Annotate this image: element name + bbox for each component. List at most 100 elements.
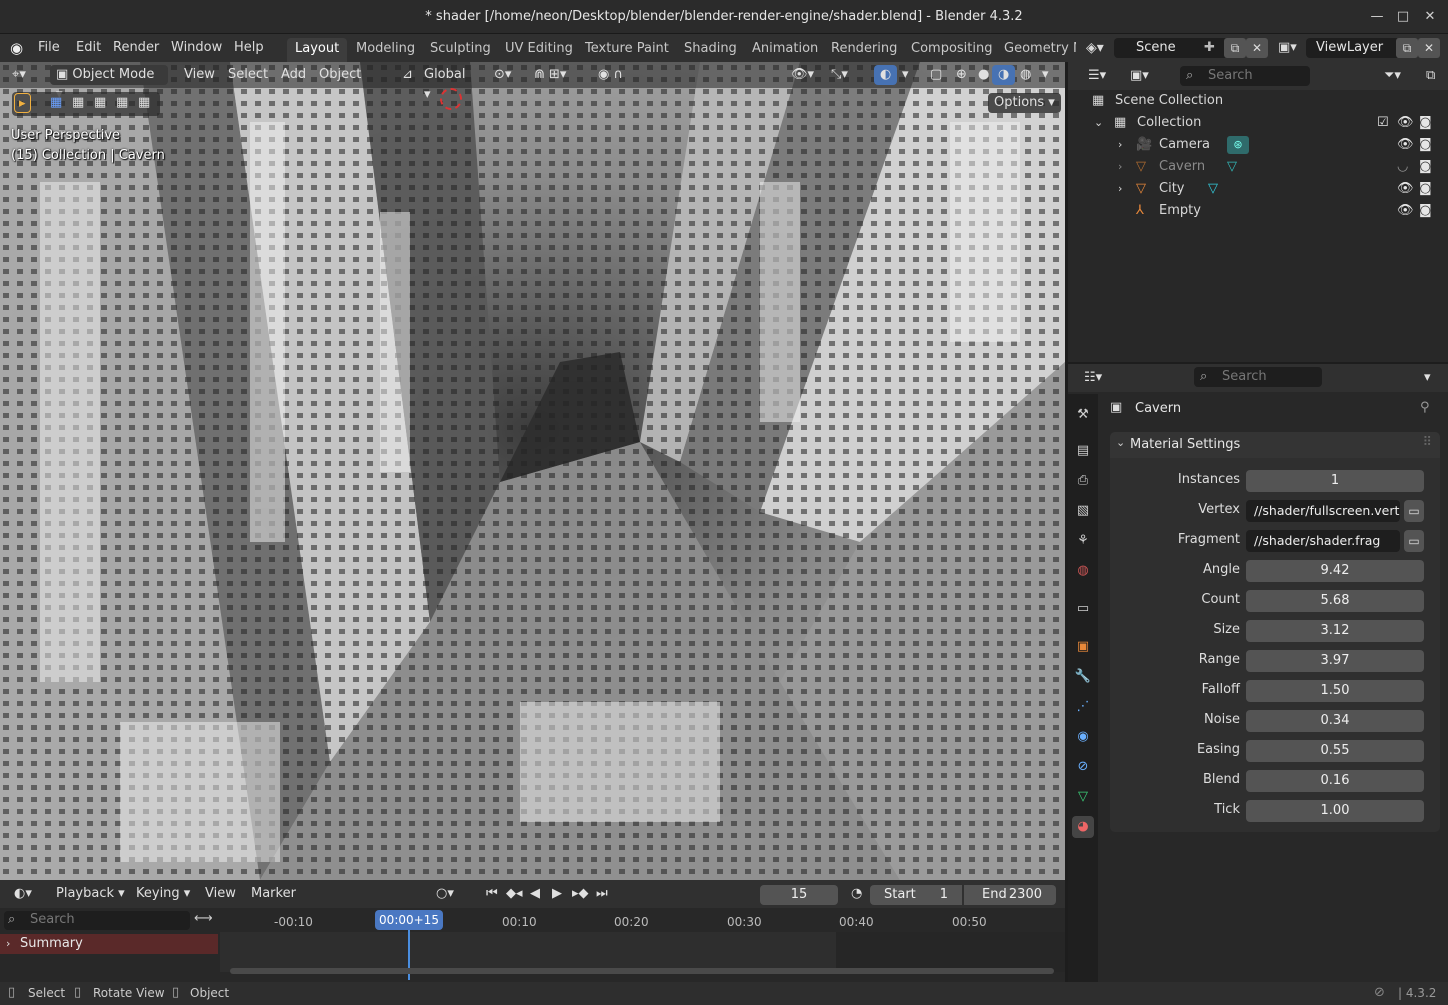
overlays-dropdown-icon[interactable]: ▾ [896,65,915,85]
folder-icon[interactable]: ▭ [1404,500,1424,522]
eye-icon[interactable]: 👁 [1397,134,1414,156]
tab-uv-editing[interactable]: UV Editing [497,38,581,62]
start-frame-field[interactable]: Start 1 [870,885,962,905]
size-input[interactable]: 3.12 [1246,620,1424,642]
tab-shading[interactable]: Shading [676,38,745,62]
outliner-scene-collection[interactable]: ▦ Scene Collection [1068,90,1448,112]
eye-icon[interactable]: 👁 [1397,112,1414,134]
delete-scene-icon[interactable]: ✕ [1246,38,1268,58]
timeline-menu-view[interactable]: View [199,884,242,904]
pin-icon[interactable]: ✚ [1204,38,1215,58]
properties-search-input[interactable]: ⌕ Search [1194,367,1322,387]
minimize-icon[interactable]: — [1366,6,1388,28]
material-shading-icon[interactable]: ◑ [992,65,1016,85]
timeline-scrollbar[interactable] [230,968,1054,974]
menu-edit[interactable]: Edit [76,38,101,58]
mode-selector[interactable]: ▣ Object Mode ▾ [50,65,168,102]
select-intersect-icon[interactable]: ▦ [132,93,156,113]
select-extend-icon[interactable]: ▦ [66,93,90,113]
data-tab-icon[interactable]: ▽ [1072,786,1094,808]
count-input[interactable]: 5.68 [1246,590,1424,612]
blender-logo-icon[interactable]: ◉ [10,38,23,58]
viewport-menu-view[interactable]: View [178,65,221,85]
menu-render[interactable]: Render [113,38,159,58]
select-new-icon[interactable]: ▦ [44,93,68,113]
timeline-editor[interactable]: ◐▾ Playback ▾ Keying ▾ View Marker ○▾ ⏮ … [0,880,1065,982]
delete-view-layer-icon[interactable]: ✕ [1418,38,1440,58]
tab-texture-paint[interactable]: Texture Paint [577,38,677,62]
swap-icon[interactable]: ⟷ [194,911,213,926]
eye-icon[interactable]: 👁 [1397,200,1414,222]
playhead-label[interactable]: 00:00+15 [375,910,443,930]
blend-input[interactable]: 0.16 [1246,770,1424,792]
tab-animation[interactable]: Animation [744,38,826,62]
tab-rendering[interactable]: Rendering [823,38,905,62]
select-tool-icon[interactable]: ▸ [14,93,31,113]
editor-type-icon[interactable]: ⌖▾ [6,65,32,85]
camera-render-icon[interactable]: ◙ [1419,112,1432,134]
new-view-layer-icon[interactable]: ⧉ [1396,38,1418,58]
pin-icon[interactable]: ⚲ [1420,400,1430,415]
eye-closed-icon[interactable]: ◡ [1397,156,1408,178]
outliner-item-cavern[interactable]: › ▽ Cavern ▽ ◡ ◙ [1068,156,1448,178]
close-window-icon[interactable]: ✕ [1419,6,1441,28]
overlays-icon[interactable]: ◐ [874,65,898,85]
current-frame-field[interactable]: 15 [760,885,838,905]
drag-handle-icon[interactable]: ⠿ [1422,435,1432,450]
panel-header[interactable]: ⌄ Material Settings ⠿ [1110,432,1440,458]
fragment-path-input[interactable]: //shader/shader.frag [1246,530,1400,552]
tab-geometry-nodes[interactable]: Geometry N [996,38,1076,62]
timeline-menu-playback[interactable]: Playback ▾ [50,884,131,904]
auto-keying-icon[interactable]: ○▾ [430,884,460,904]
proportional-edit-icon[interactable]: ◉ ∩ [592,65,629,85]
wireframe-shading-icon[interactable]: ⊕ [950,65,973,85]
particles-tab-icon[interactable]: ⋰ [1072,696,1094,718]
jump-end-icon[interactable]: ⏭ [590,884,614,904]
camera-render-icon[interactable]: ◙ [1419,156,1432,178]
outliner-search-input[interactable]: ⌕ Search [1180,66,1310,86]
physics-tab-icon[interactable]: ◉ [1072,726,1094,748]
menu-file[interactable]: File [38,38,60,58]
maximize-icon[interactable]: □ [1392,6,1414,28]
range-input[interactable]: 3.97 [1246,650,1424,672]
outliner-item-empty[interactable]: ⅄ Empty 👁 ◙ [1068,200,1448,222]
instances-input[interactable]: 1 [1246,470,1424,492]
output-tab-icon[interactable]: ⎙ [1072,470,1094,492]
timeline-search-input[interactable]: ⌕ Search [4,911,190,930]
tab-layout[interactable]: Layout [287,38,348,62]
select-invert-icon[interactable]: ▦ [110,93,134,113]
outliner-item-city[interactable]: › ▽ City ▽ 👁 ◙ [1068,178,1448,200]
mesh-data-icon[interactable]: ▽ [1227,156,1237,178]
menu-help[interactable]: Help [234,38,264,58]
collection-tab-icon[interactable]: ▭ [1072,598,1094,620]
mesh-data-icon[interactable]: ▽ [1208,178,1218,200]
viewport-menu-object[interactable]: Object [313,65,367,85]
outliner-editor-type-icon[interactable]: ☰▾ [1082,66,1112,86]
modifier-tab-icon[interactable]: 🔧 [1072,666,1094,688]
camera-data-icon[interactable]: ⊛ [1227,136,1249,154]
angle-input[interactable]: 9.42 [1246,560,1424,582]
3d-cursor-icon[interactable] [440,88,462,110]
timeline-menu-keying[interactable]: Keying ▾ [130,884,196,904]
properties-editor-type-icon[interactable]: ☷▾ [1078,368,1108,388]
vertex-path-input[interactable]: //shader/fullscreen.vert [1246,500,1400,522]
checkbox-icon[interactable]: ☑ [1377,112,1389,134]
display-mode-icon[interactable]: ▣▾ [1124,66,1155,86]
world-tab-icon[interactable]: ◍ [1072,560,1094,582]
camera-render-icon[interactable]: ◙ [1419,134,1432,156]
tab-sculpting[interactable]: Sculpting [422,38,499,62]
easing-input[interactable]: 0.55 [1246,740,1424,762]
view-layer-icon[interactable]: ▣▾ [1278,38,1297,58]
tab-modeling[interactable]: Modeling [348,38,423,62]
outliner-editor[interactable]: ☰▾ ▣▾ ⌕ Search ⏷▾ ⧉ ▦ Scene Collection ⌄… [1068,62,1448,362]
scene-tab-icon[interactable]: ⚘ [1072,530,1094,552]
material-tab-icon[interactable]: ◕ [1072,816,1094,838]
options-dropdown[interactable]: Options ▾ [988,93,1061,113]
menu-window[interactable]: Window [171,38,222,58]
summary-row[interactable]: › Summary [0,934,218,954]
tab-compositing[interactable]: Compositing [903,38,1001,62]
new-scene-icon[interactable]: ⧉ [1224,38,1246,58]
snap-icon[interactable]: ⋒ ⊞▾ [528,65,572,85]
view-layer-tab-icon[interactable]: ▧ [1072,500,1094,522]
transform-orientation-icon[interactable]: ⊿ [396,65,419,85]
